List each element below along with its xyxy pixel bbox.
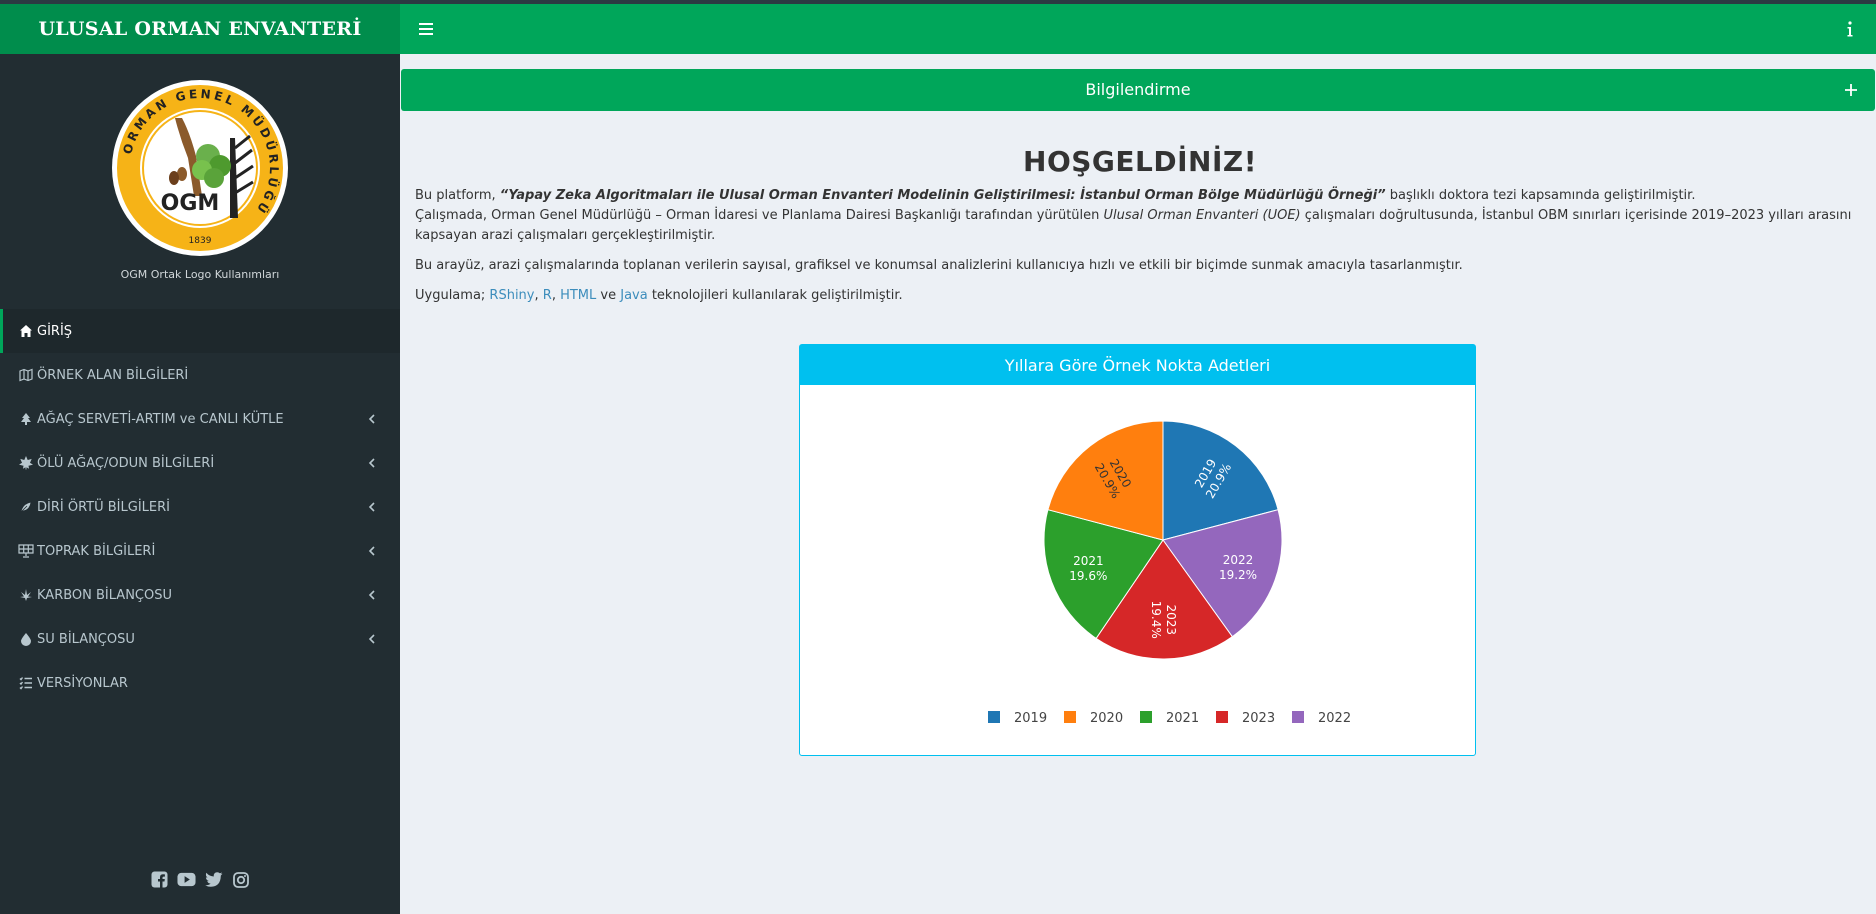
svg-text:2020: 2020 (1090, 711, 1123, 726)
r-link[interactable]: R (543, 288, 552, 303)
svg-text:2023: 2023 (1164, 604, 1178, 635)
pie-label-2021: 202119.6% (1069, 554, 1107, 583)
sidebar-item-label: TOPRAK BİLGİLERİ (37, 543, 156, 559)
social-links (0, 870, 400, 889)
ogm-logo: ORMAN GENEL MÜDÜRLÜĞÜ OGM 1839 (112, 80, 288, 256)
interface-paragraph: Bu arayüz, arazi çalışmalarında toplanan… (415, 258, 1463, 273)
tree-icon (18, 411, 34, 427)
chevron-left-icon (364, 455, 380, 471)
svg-text:19.4%: 19.4% (1149, 601, 1163, 639)
sidebar-item-label: GİRİŞ (37, 323, 73, 339)
html-link[interactable]: HTML (560, 288, 596, 303)
legend-item-2019[interactable]: 2019 (988, 711, 1047, 726)
chart-box: Yıllara Göre Örnek Nokta Adetleri 2019 20… (799, 344, 1476, 756)
sidebar-item-giris[interactable]: GİRİŞ (0, 309, 400, 353)
feather-icon (18, 499, 34, 515)
sidebar: ULUSAL ORMAN ENVANTERİ ORMAN GENEL MÜDÜR… (0, 4, 400, 914)
expand-plus-icon[interactable] (1839, 78, 1863, 102)
legend-item-2022[interactable]: 2022 (1292, 711, 1351, 726)
svg-text:19.2%: 19.2% (1219, 568, 1257, 582)
java-link[interactable]: Java (620, 288, 647, 303)
chart-title: Yıllara Göre Örnek Nokta Adetleri (800, 345, 1475, 385)
study-em: Ulusal Orman Envanteri (UOE) (1103, 208, 1301, 223)
info-icon[interactable] (1838, 17, 1862, 41)
chevron-left-icon (364, 543, 380, 559)
svg-text:2021: 2021 (1166, 711, 1199, 726)
sidebar-item-ornek-alan[interactable]: ÖRNEK ALAN BİLGİLERİ (0, 353, 400, 397)
logo-year: 1839 (189, 236, 212, 246)
top-navbar (400, 4, 1876, 54)
cannabis-leaf-icon (18, 587, 34, 603)
leaf-icon (18, 455, 34, 471)
sidebar-item-olu-agac[interactable]: ÖLÜ AĞAÇ/ODUN BİLGİLERİ (0, 441, 400, 485)
pie-legend: 2019 2020 2021 2023 2022 (988, 711, 1351, 726)
intro-paragraph: Bu platform, “Yapay Zeka Algoritmaları i… (415, 186, 1865, 246)
sidebar-item-label: SU BİLANÇOSU (37, 631, 135, 647)
intro-suffix: başlıklı doktora tezi kapsamında gelişti… (1385, 188, 1696, 203)
sidebar-item-label: DİRİ ÖRTÜ BİLGİLERİ (37, 499, 170, 515)
svg-text:19.6%: 19.6% (1069, 569, 1107, 583)
app-title[interactable]: ULUSAL ORMAN ENVANTERİ (0, 4, 400, 54)
intro-prefix: Bu platform, (415, 188, 500, 203)
list-check-icon (18, 675, 34, 691)
main-content: HOŞGELDİNİZ! Bu platform, “Yapay Zeka Al… (415, 145, 1865, 306)
sidebar-item-label: ÖLÜ AĞAÇ/ODUN BİLGİLERİ (37, 455, 215, 471)
facebook-icon[interactable] (150, 870, 169, 889)
svg-text:2023: 2023 (1242, 711, 1275, 726)
chevron-left-icon (364, 411, 380, 427)
youtube-icon[interactable] (177, 870, 196, 889)
home-icon (18, 323, 34, 339)
svg-text:2021: 2021 (1073, 554, 1104, 568)
twitter-icon[interactable] (204, 870, 223, 889)
sidebar-item-label: ÖRNEK ALAN BİLGİLERİ (37, 367, 189, 383)
chevron-left-icon (364, 499, 380, 515)
pie-label-2023: 202319.4% (1149, 601, 1178, 639)
sidebar-item-label: KARBON BİLANÇOSU (37, 587, 172, 603)
legend-item-2020[interactable]: 2020 (1064, 711, 1123, 726)
chevron-left-icon (364, 631, 380, 647)
tech-sep-2: , (551, 288, 561, 303)
tech-suffix: teknolojileri kullanılarak geliştirilmiş… (647, 288, 903, 303)
study-prefix: Çalışmada, Orman Genel Müdürlüğü – Orman… (415, 208, 1104, 223)
sidebar-menu: GİRİŞ ÖRNEK ALAN BİLGİLERİ AĞAÇ SERVETİ-… (0, 309, 400, 705)
tech-sep-3: ve (596, 288, 621, 303)
technology-paragraph: Uygulama; RShiny, R, HTML ve Java teknol… (415, 286, 1865, 306)
sidebar-item-toprak[interactable]: TOPRAK BİLGİLERİ (0, 529, 400, 573)
rshiny-link[interactable]: RShiny (489, 288, 534, 303)
droplet-icon (18, 631, 34, 647)
thesis-title: “Yapay Zeka Algoritmaları ile Ulusal Orm… (499, 188, 1386, 203)
sidebar-item-diri-ortu[interactable]: DİRİ ÖRTÜ BİLGİLERİ (0, 485, 400, 529)
svg-text:2022: 2022 (1318, 711, 1351, 726)
instagram-icon[interactable] (231, 870, 250, 889)
logo-caption[interactable]: OGM Ortak Logo Kullanımları (121, 268, 280, 281)
map-icon (18, 367, 34, 383)
sidebar-item-versiyonlar[interactable]: VERSİYONLAR (0, 661, 400, 705)
logo-center-text: OGM (161, 191, 220, 216)
legend-item-2023[interactable]: 2023 (1216, 711, 1275, 726)
svg-text:2019: 2019 (1014, 711, 1047, 726)
sidebar-item-karbon[interactable]: KARBON BİLANÇOSU (0, 573, 400, 617)
logo-block: ORMAN GENEL MÜDÜRLÜĞÜ OGM 1839 OGM Ortak… (0, 78, 400, 281)
svg-text:2022: 2022 (1223, 553, 1254, 567)
chevron-left-icon (364, 587, 380, 603)
sidebar-item-label: VERSİYONLAR (37, 675, 128, 691)
info-box: Bilgilendirme (401, 69, 1875, 111)
tech-prefix: Uygulama; (415, 288, 490, 303)
legend-item-2021[interactable]: 2021 (1140, 711, 1199, 726)
pie-label-2022: 202219.2% (1219, 553, 1257, 582)
info-box-title[interactable]: Bilgilendirme (401, 69, 1875, 111)
sidebar-item-label: AĞAÇ SERVETİ-ARTIM ve CANLI KÜTLE (37, 411, 284, 427)
hamburger-icon[interactable] (414, 17, 438, 41)
sidebar-item-agac-serveti[interactable]: AĞAÇ SERVETİ-ARTIM ve CANLI KÜTLE (0, 397, 400, 441)
tech-sep-1: , (534, 288, 543, 303)
solar-panel-icon (18, 543, 34, 559)
page-title: HOŞGELDİNİZ! (1023, 145, 1257, 178)
pie-chart[interactable]: 201920.9%202219.2%202319.4%202119.6%2020… (800, 385, 1475, 755)
sidebar-item-su[interactable]: SU BİLANÇOSU (0, 617, 400, 661)
